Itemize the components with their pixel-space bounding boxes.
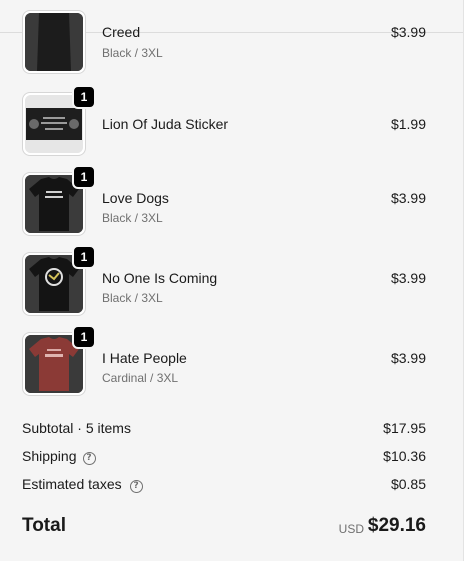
- item-title: No One Is Coming: [102, 270, 218, 286]
- taxes-row: Estimated taxes? $0.85: [22, 476, 426, 496]
- product-thumbnail: [22, 10, 86, 74]
- quantity-badge: 1: [72, 245, 96, 269]
- cart-item-i-hate-people: 1 I Hate People Cardinal / 3XL $3.99: [22, 325, 426, 396]
- currency-code: USD: [338, 522, 364, 536]
- cart-item-no-one-is-coming: 1 No One Is Coming Black / 3XL $3.99: [22, 245, 426, 316]
- subtotal-row: Subtotal · 5 items $17.95: [22, 420, 426, 440]
- cart-item-lion-sticker: 1 Lion Of Juda Sticker $1.99: [22, 85, 426, 156]
- black-tshirt-image: [25, 13, 83, 71]
- cart-item-love-dogs: 1 Love Dogs Black / 3XL $3.99: [22, 165, 426, 236]
- product-thumbnail: 1: [22, 245, 96, 316]
- total-row: Total USD $29.16: [22, 513, 426, 541]
- item-title: Love Dogs: [102, 190, 169, 206]
- subtotal-value: $17.95: [383, 420, 426, 436]
- shipping-label: Shipping: [22, 448, 77, 464]
- item-price: $3.99: [390, 24, 426, 40]
- item-title: Creed: [102, 24, 141, 40]
- item-variant: Black / 3XL: [102, 211, 163, 225]
- item-price: $3.99: [390, 350, 426, 366]
- total-label: Total: [22, 515, 66, 536]
- quantity-badge: 1: [72, 165, 96, 189]
- product-thumbnail: 1: [22, 325, 96, 396]
- item-variant: Cardinal / 3XL: [102, 371, 179, 385]
- cart-item-creed: Creed Black / 3XL $3.99: [22, 10, 426, 74]
- help-icon[interactable]: ?: [129, 480, 143, 493]
- quantity-badge: 1: [72, 85, 96, 109]
- item-variant: Black / 3XL: [102, 291, 163, 305]
- item-title: I Hate People: [102, 350, 187, 366]
- help-icon[interactable]: ?: [82, 452, 96, 465]
- item-variant: Black / 3XL: [102, 46, 163, 60]
- product-thumbnail: 1: [22, 85, 96, 156]
- item-price: $3.99: [390, 190, 426, 206]
- item-price: $1.99: [390, 116, 426, 132]
- item-price: $3.99: [390, 270, 426, 286]
- subtotal-label: Subtotal · 5 items: [22, 420, 131, 436]
- taxes-label: Estimated taxes: [22, 476, 122, 492]
- taxes-value: $0.85: [390, 476, 426, 492]
- item-title: Lion Of Juda Sticker: [102, 116, 229, 132]
- product-thumbnail: 1: [22, 165, 96, 236]
- shipping-value: $10.36: [383, 448, 426, 464]
- quantity-badge: 1: [72, 325, 96, 349]
- total-value: $29.16: [367, 515, 426, 536]
- shipping-row: Shipping? $10.36: [22, 448, 426, 468]
